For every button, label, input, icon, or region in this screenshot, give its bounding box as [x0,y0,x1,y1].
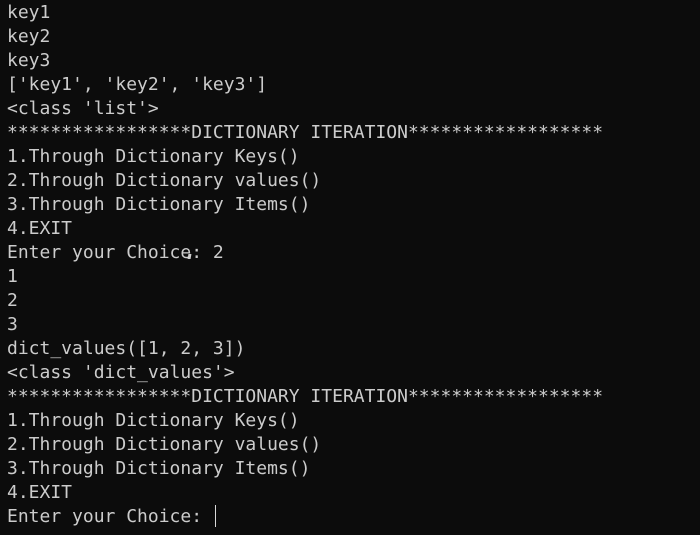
output-line: key3 [7,50,51,71]
menu-option-1: 1.Through Dictionary Keys() [7,410,300,431]
menu-option-3: 3.Through Dictionary Items() [7,458,311,479]
menu-option-4: 4.EXIT [7,218,73,239]
menu-option-2: 2.Through Dictionary values() [7,434,322,455]
menu-banner: *****************DICTIONARY ITERATION***… [7,122,604,143]
terminal-window[interactable]: key1 key2 key3 ['key1', 'key2', 'key3'] … [0,0,700,535]
output-line: ['key1', 'key2', 'key3'] [7,74,268,95]
choice-prompt-answered: Enter your Choice: 2 [7,242,224,263]
choice-input-line[interactable]: Enter your Choice: [7,505,700,529]
choice-prompt: Enter your Choice: [7,506,213,527]
output-line: 2 [7,290,18,311]
output-line: <class 'dict_values'> [7,362,235,383]
output-line: 1 [7,266,18,287]
menu-option-4: 4.EXIT [7,482,73,503]
menu-banner: *****************DICTIONARY ITERATION***… [7,386,604,407]
text-cursor[interactable] [214,505,216,527]
output-line: dict_values([1, 2, 3]) [7,338,246,359]
output-line: key2 [7,26,51,47]
menu-option-1: 1.Through Dictionary Keys() [7,146,300,167]
output-line: 3 [7,314,18,335]
menu-option-2: 2.Through Dictionary values() [7,170,322,191]
output-line: <class 'list'> [7,98,159,119]
output-line: key1 [7,2,51,23]
menu-option-3: 3.Through Dictionary Items() [7,194,311,215]
